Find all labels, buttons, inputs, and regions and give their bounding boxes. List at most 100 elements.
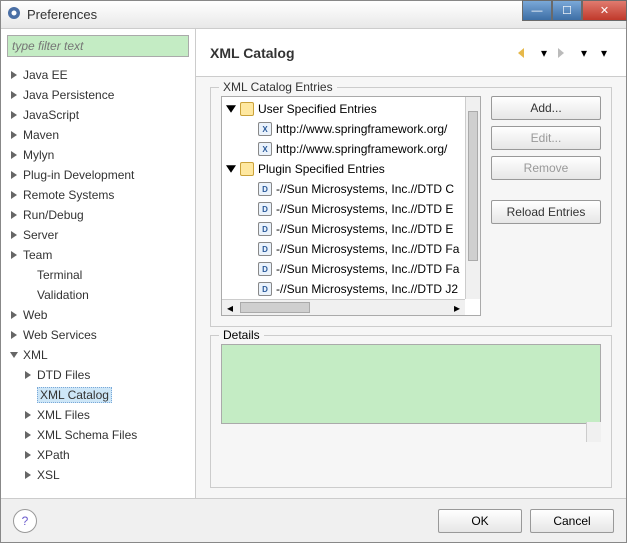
expand-icon[interactable] xyxy=(9,130,19,140)
entry-item[interactable]: D-//Sun Microsystems, Inc.//DTD Fa xyxy=(222,239,480,259)
entry-item[interactable]: Xhttp://www.springframework.org/ xyxy=(222,139,480,159)
close-button[interactable]: ✕ xyxy=(582,0,627,21)
tree-item-label: Web xyxy=(23,308,47,322)
expand-icon[interactable] xyxy=(9,150,19,160)
entry-group[interactable]: Plugin Specified Entries xyxy=(222,159,480,179)
expand-icon[interactable] xyxy=(9,230,19,240)
expand-icon[interactable] xyxy=(226,164,236,174)
entry-label: -//Sun Microsystems, Inc.//DTD Fa xyxy=(276,242,459,256)
entry-label: -//Sun Microsystems, Inc.//DTD Fa xyxy=(276,262,459,276)
tree-item-label: Remote Systems xyxy=(23,188,114,202)
entry-item[interactable]: D-//Sun Microsystems, Inc.//DTD E xyxy=(222,219,480,239)
minimize-button[interactable]: — xyxy=(522,0,552,21)
tree-item[interactable]: Plug-in Development xyxy=(5,165,195,185)
expand-icon[interactable] xyxy=(23,470,33,480)
tree-item-label: XML Catalog xyxy=(37,387,112,403)
window-title: Preferences xyxy=(27,7,97,22)
tree-item-label: XML Schema Files xyxy=(37,428,137,442)
tree-item[interactable]: XML Schema Files xyxy=(5,425,195,445)
view-menu-icon[interactable]: ▾ xyxy=(596,45,612,61)
entry-label: -//Sun Microsystems, Inc.//DTD J2 xyxy=(276,282,458,296)
tree-item[interactable]: Run/Debug xyxy=(5,205,195,225)
ok-button[interactable]: OK xyxy=(438,509,522,533)
cancel-button[interactable]: Cancel xyxy=(530,509,614,533)
back-icon[interactable] xyxy=(516,45,532,61)
tree-item[interactable]: Web xyxy=(5,305,195,325)
help-button[interactable]: ? xyxy=(13,509,37,533)
forward-icon[interactable] xyxy=(556,45,572,61)
expand-icon[interactable] xyxy=(9,310,19,320)
tree-item[interactable]: Terminal xyxy=(5,265,195,285)
forward-menu-icon[interactable]: ▾ xyxy=(576,45,592,61)
tree-item[interactable]: Mylyn xyxy=(5,145,195,165)
horizontal-scrollbar[interactable]: ◂▸ xyxy=(222,299,465,315)
tree-item[interactable]: JavaScript xyxy=(5,105,195,125)
entry-item[interactable]: Xhttp://www.springframework.org/ xyxy=(222,119,480,139)
entry-icon: D xyxy=(258,182,272,196)
entry-item[interactable]: D-//Sun Microsystems, Inc.//DTD Fa xyxy=(222,259,480,279)
tree-item-label: JavaScript xyxy=(23,108,79,122)
tree-item[interactable]: Java Persistence xyxy=(5,85,195,105)
preferences-tree[interactable]: Java EEJava Persistence JavaScript Maven My… xyxy=(1,63,195,498)
tree-item[interactable]: XPath xyxy=(5,445,195,465)
expand-icon[interactable] xyxy=(9,110,19,120)
expand-icon[interactable] xyxy=(23,410,33,420)
entry-group[interactable]: User Specified Entries xyxy=(222,99,480,119)
details-legend: Details xyxy=(219,328,264,342)
tree-item[interactable]: Team xyxy=(5,245,195,265)
entries-buttons: Add... Edit... Remove Reload Entries xyxy=(491,96,601,316)
tree-item[interactable]: XML Catalog xyxy=(5,385,195,405)
maximize-button[interactable]: ☐ xyxy=(552,0,582,21)
tree-item[interactable]: Remote Systems xyxy=(5,185,195,205)
expand-icon[interactable] xyxy=(23,430,33,440)
expand-icon[interactable] xyxy=(9,250,19,260)
left-pane: Java EEJava Persistence JavaScript Maven My… xyxy=(1,29,196,498)
titlebar[interactable]: Preferences — ☐ ✕ xyxy=(1,1,626,29)
expand-icon[interactable] xyxy=(23,450,33,460)
back-menu-icon[interactable]: ▾ xyxy=(536,45,552,61)
expand-icon[interactable] xyxy=(9,210,19,220)
entries-listbox[interactable]: User Specified EntriesXhttp://www.spring… xyxy=(221,96,481,316)
entry-item[interactable]: D-//Sun Microsystems, Inc.//DTD J2 xyxy=(222,279,480,297)
expand-icon[interactable] xyxy=(9,70,19,80)
page-header: XML Catalog ▾ ▾ ▾ xyxy=(196,29,626,77)
edit-button[interactable]: Edit... xyxy=(491,126,601,150)
tree-item-label: XSL xyxy=(37,468,60,482)
folder-icon xyxy=(240,102,254,116)
page-title: XML Catalog xyxy=(210,45,295,61)
tree-item-label: Server xyxy=(23,228,58,242)
vertical-scrollbar[interactable] xyxy=(465,97,480,299)
tree-item[interactable]: Validation xyxy=(5,285,195,305)
tree-item[interactable]: XSL xyxy=(5,465,195,485)
entry-item[interactable]: D-//Sun Microsystems, Inc.//DTD C xyxy=(222,179,480,199)
tree-item-label: XML xyxy=(23,348,48,362)
tree-item-label: Terminal xyxy=(37,268,82,282)
entry-label: http://www.springframework.org/ xyxy=(276,142,447,156)
entry-icon: X xyxy=(258,142,272,156)
entry-item[interactable]: D-//Sun Microsystems, Inc.//DTD E xyxy=(222,199,480,219)
tree-item[interactable]: Maven xyxy=(5,125,195,145)
expand-icon[interactable] xyxy=(9,170,19,180)
remove-button[interactable]: Remove xyxy=(491,156,601,180)
tree-item[interactable]: XML Files xyxy=(5,405,195,425)
expand-icon[interactable] xyxy=(9,90,19,100)
tree-item-label: Mylyn xyxy=(23,148,54,162)
filter-input[interactable] xyxy=(7,35,189,57)
expand-icon[interactable] xyxy=(9,350,19,360)
tree-item[interactable]: XML xyxy=(5,345,195,365)
tree-item[interactable]: Server xyxy=(5,225,195,245)
tree-item[interactable]: DTD Files xyxy=(5,365,195,385)
entry-group-label: Plugin Specified Entries xyxy=(258,162,385,176)
tree-item[interactable]: Java EE xyxy=(5,65,195,85)
tree-item-label: Team xyxy=(23,248,52,262)
entry-icon: X xyxy=(258,122,272,136)
reload-entries-button[interactable]: Reload Entries xyxy=(491,200,601,224)
expand-icon[interactable] xyxy=(23,370,33,380)
entry-label: -//Sun Microsystems, Inc.//DTD E xyxy=(276,202,453,216)
expand-icon[interactable] xyxy=(9,190,19,200)
details-scrollbar[interactable] xyxy=(586,422,601,442)
tree-item[interactable]: Web Services xyxy=(5,325,195,345)
add-button[interactable]: Add... xyxy=(491,96,601,120)
expand-icon[interactable] xyxy=(226,104,236,114)
expand-icon[interactable] xyxy=(9,330,19,340)
